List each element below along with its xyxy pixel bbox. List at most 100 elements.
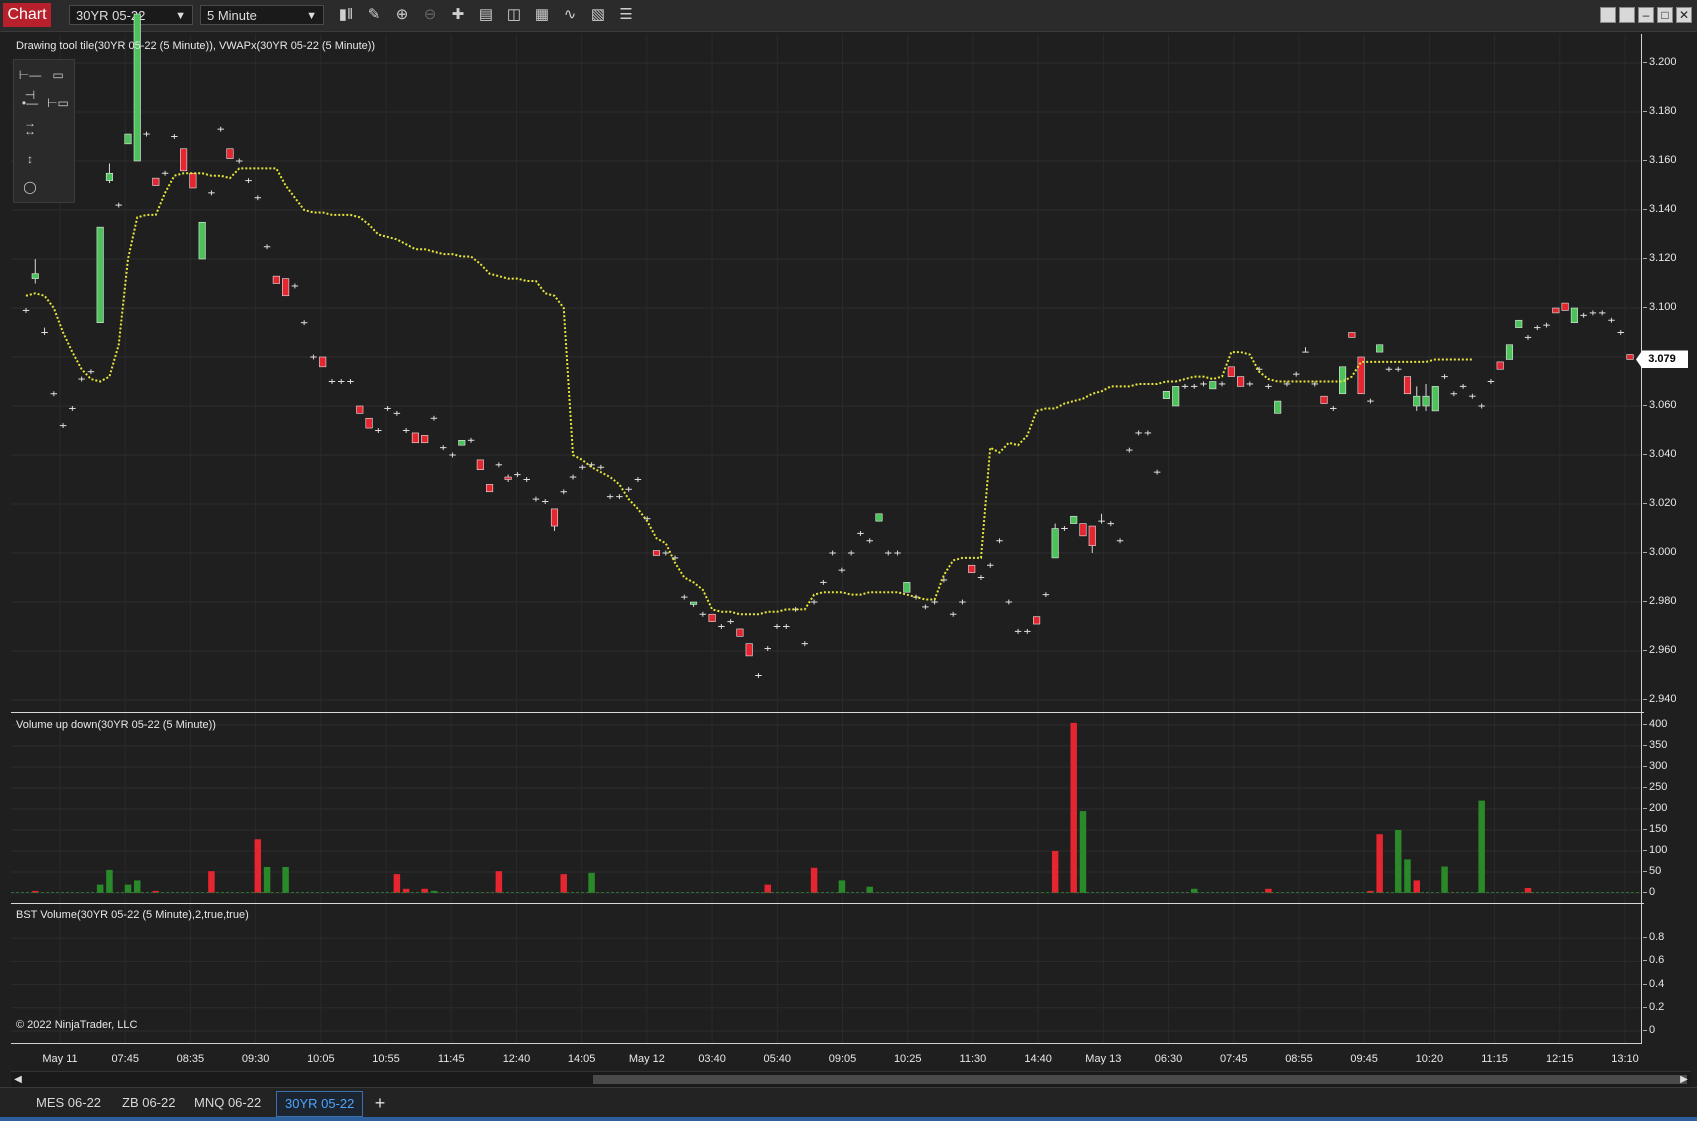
scroll-left-icon[interactable]: ◀	[11, 1072, 25, 1088]
panel-divider[interactable]	[11, 903, 1644, 904]
extended-line-icon[interactable]: ↔	[18, 121, 42, 141]
chart-window: Chart 30YR 05-22 ▼ 5 Minute ▼ ▮‖ ✎ ⊕ ⊖ ✚…	[0, 0, 1697, 1121]
candle-body	[1172, 386, 1180, 407]
volume-up-bar	[1394, 830, 1402, 893]
candle-body	[1626, 354, 1634, 360]
candle-body	[1348, 332, 1356, 338]
volume-down-bar	[1376, 834, 1383, 893]
volume-tick-label: 300	[1643, 760, 1693, 772]
candle-body	[903, 582, 911, 593]
volume-tick-label: 0	[1643, 886, 1693, 898]
candle-body	[31, 273, 39, 279]
volume-down-bar	[1051, 851, 1059, 893]
candle-body	[356, 405, 364, 414]
volume-up-bar	[1079, 811, 1087, 893]
candle-body	[1552, 307, 1560, 314]
time-tick-label: May 13	[1085, 1053, 1122, 1065]
time-tick-label: 09:30	[241, 1053, 270, 1065]
vertical-arrow-icon[interactable]: ↕	[18, 149, 42, 169]
volume-down-bar	[208, 871, 215, 893]
ellipse-icon[interactable]: ◯	[18, 177, 42, 197]
volume-tick-label: 50	[1643, 865, 1693, 877]
volume-down-bar	[810, 867, 818, 893]
rectangle-icon[interactable]: ▭	[46, 65, 70, 85]
scrollbar-thumb[interactable]	[593, 1075, 1687, 1084]
drawing-tool-tile: ⊢—⊣ ▭ •—→ ⊢▭ ↔ ↕ ◯	[13, 59, 75, 203]
candle-body	[1051, 528, 1059, 559]
add-tab-icon[interactable]: +	[370, 1091, 390, 1115]
x-axis-line	[11, 1043, 1642, 1044]
time-tick-label: 06:30	[1154, 1053, 1183, 1065]
panel-divider[interactable]	[11, 712, 1644, 713]
candle-body	[476, 459, 484, 470]
candle-body	[652, 550, 661, 556]
time-tick-label: 10:20	[1415, 1053, 1444, 1065]
time-tick-label: 11:45	[437, 1053, 465, 1065]
time-tick-label: 10:05	[307, 1053, 335, 1065]
volume-up-bar	[1478, 800, 1485, 893]
candle-body	[282, 278, 290, 297]
candle-body	[504, 476, 512, 480]
price-tick-label: 3.020	[1643, 497, 1693, 509]
time-tick-label: 11:30	[959, 1053, 987, 1065]
candle-body	[1505, 344, 1514, 360]
volume-down-bar	[764, 884, 771, 893]
candle-body	[105, 172, 113, 181]
chart-canvas[interactable]	[0, 0, 1697, 1121]
scroll-right-icon[interactable]: ▶	[1677, 1072, 1691, 1088]
bst-tick-label: 0.8	[1643, 931, 1693, 943]
horizontal-ray-icon[interactable]: ⊢▭	[46, 93, 70, 113]
candle-body	[550, 508, 559, 527]
bst-tick-label: 0.4	[1643, 978, 1693, 990]
volume-down-bar	[254, 839, 262, 893]
candle-body	[1320, 395, 1328, 404]
time-tick-label: 05:40	[763, 1053, 792, 1065]
candle-body	[1079, 523, 1087, 537]
candle-body	[272, 275, 280, 284]
volume-up-bar	[1441, 866, 1448, 893]
volume-tick-label: 100	[1643, 844, 1693, 856]
volume-down-bar	[495, 871, 503, 893]
candle-body	[708, 613, 716, 622]
candle-body	[1376, 344, 1384, 353]
line-icon[interactable]: ⊢—⊣	[18, 65, 42, 102]
candle-body	[458, 439, 466, 446]
candle-body	[1162, 390, 1170, 399]
candle-body	[96, 226, 104, 323]
tab-mes[interactable]: MES 06-22	[28, 1091, 109, 1115]
time-tick-label: 12:15	[1546, 1053, 1574, 1065]
price-tick-label: 2.960	[1643, 644, 1693, 656]
volume-down-bar	[1413, 880, 1420, 893]
candle-body	[411, 432, 419, 444]
time-tick-label: 09:45	[1350, 1053, 1378, 1065]
time-tick-label: 10:25	[893, 1053, 922, 1065]
candle-body	[124, 133, 132, 145]
candle-body	[1033, 616, 1041, 625]
tab-mnq[interactable]: MNQ 06-22	[186, 1091, 269, 1115]
ray-icon[interactable]: •—→	[18, 93, 42, 130]
volume-up-bar	[134, 880, 141, 893]
candle-body	[968, 564, 976, 573]
candle-body	[1431, 386, 1439, 412]
candle-body	[421, 435, 429, 444]
tab-zb[interactable]: ZB 06-22	[114, 1091, 183, 1115]
horizontal-scrollbar[interactable]: ◀ ▶	[11, 1071, 1691, 1088]
price-tick-label: 3.140	[1643, 203, 1693, 215]
time-tick-label: 08:55	[1285, 1053, 1313, 1065]
candle-body	[1570, 307, 1578, 323]
time-tick-label: 07:45	[1219, 1053, 1248, 1065]
volume-up-bar	[263, 866, 271, 893]
taskbar-strip	[0, 1117, 1697, 1121]
candle-body	[1237, 376, 1245, 387]
volume-up-bar	[838, 880, 846, 893]
volume-down-bar	[560, 874, 568, 893]
candle-body	[1070, 515, 1078, 524]
candle-body	[1209, 381, 1217, 390]
tab-30yr[interactable]: 30YR 05-22	[276, 1091, 364, 1117]
volume-up-bar	[124, 884, 132, 893]
copyright-notice: © 2022 NinjaTrader, LLC	[16, 1019, 138, 1031]
y-axis-divider	[1641, 34, 1642, 1044]
volume-tick-label: 250	[1643, 781, 1693, 793]
vwap-line	[25, 167, 1473, 616]
volume-down-bar	[393, 874, 401, 893]
